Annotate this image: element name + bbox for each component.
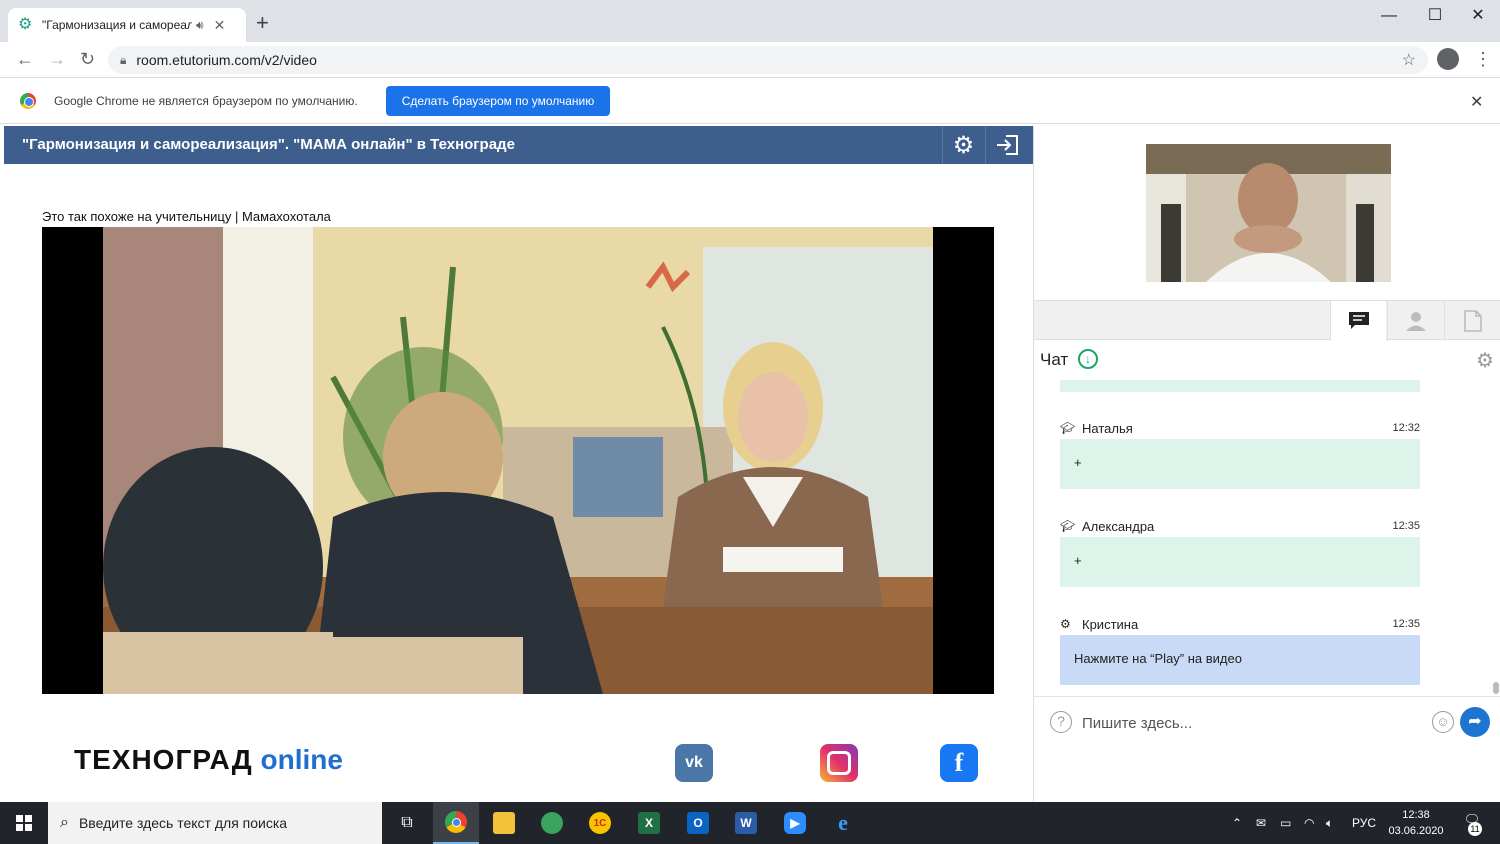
lesson-header: "Гармонизация и самореализация". "МАМА о… — [4, 126, 1033, 164]
reload-button[interactable]: ↻ — [80, 48, 95, 70]
chat-input-bar: ? ☺ ➦ — [1034, 696, 1500, 746]
outlook-icon[interactable]: O — [675, 802, 721, 844]
chat-message-bubble: + — [1060, 537, 1420, 587]
previous-message-bubble — [1060, 380, 1420, 392]
new-tab-button[interactable]: + — [256, 12, 269, 34]
chrome-taskbar-icon[interactable] — [433, 802, 479, 844]
graduation-cap-icon: 🎓︎ — [1060, 421, 1076, 435]
wifi-icon[interactable]: ◠ — [1304, 802, 1314, 844]
chat-settings-gear-icon[interactable]: ⚙ — [1476, 348, 1494, 373]
chat-message-author: Наталья — [1082, 420, 1133, 436]
browser-tabstrip: ⚙ "Гармонизация и самореал 🔊︎ ✕ + — ☐ ✕ — [0, 0, 1500, 42]
chrome-logo-icon — [20, 93, 36, 109]
webcam-video[interactable] — [1146, 144, 1391, 282]
gear-icon: ⚙ — [1060, 617, 1071, 631]
excel-icon[interactable]: X — [626, 802, 672, 844]
screen: ⚙ "Гармонизация и самореал 🔊︎ ✕ + — ☐ ✕ … — [0, 0, 1500, 844]
minimize-button[interactable]: — — [1366, 4, 1412, 28]
side-panel: Чат ↓ ⚙ 🎓︎ Наталья 12:32 + 🎓︎ Александра… — [1033, 126, 1500, 802]
tab-close-icon[interactable]: ✕ — [214, 17, 226, 34]
chat-message-author: Александра — [1082, 518, 1155, 534]
edge-icon[interactable]: e — [820, 802, 866, 844]
search-icon: ⌕ — [60, 814, 69, 831]
vk-icon[interactable]: vk — [675, 744, 713, 782]
globe-app-icon[interactable] — [529, 802, 575, 844]
1c-app-icon[interactable]: 1C — [577, 802, 623, 844]
video-frame-image — [103, 227, 933, 694]
chat-tab-icon[interactable] — [1330, 301, 1386, 341]
send-arrow-icon[interactable]: ➦ — [1460, 707, 1490, 737]
chat-message-header: 🎓︎ Александра 12:35 — [1060, 518, 1420, 534]
url-text: room.etutorium.com/v2/video — [136, 52, 317, 68]
facebook-icon[interactable]: f — [940, 744, 978, 782]
chat-message-input[interactable] — [1082, 709, 1412, 737]
clock-time: 12:38 — [1402, 809, 1430, 821]
set-default-browser-button[interactable]: Сделать браузером по умолчанию — [386, 86, 610, 116]
chat-message-header: 🎓︎ Наталья 12:32 — [1060, 420, 1420, 436]
word-icon[interactable]: W — [723, 802, 769, 844]
chat-message-bubble: Нажмите на “Play” на видео — [1060, 635, 1420, 685]
account-avatar-icon[interactable] — [1437, 48, 1459, 70]
chat-download-icon[interactable]: ↓ — [1078, 349, 1098, 369]
chat-message-time: 12:35 — [1392, 520, 1420, 532]
chat-title: Чат — [1040, 350, 1069, 369]
lesson-title: "Гармонизация и самореализация". "МАМА о… — [22, 136, 515, 153]
settings-gear-icon[interactable]: ⚙ — [942, 126, 984, 164]
chat-message-author: Кристина — [1082, 616, 1139, 632]
chat-scrollbar[interactable] — [1493, 682, 1499, 694]
clock[interactable]: 12:38 03.06.2020 — [1388, 807, 1444, 839]
taskbar-search-placeholder: Введите здесь текст для поиска — [78, 815, 288, 831]
browser-tab[interactable]: ⚙ "Гармонизация и самореал 🔊︎ ✕ — [8, 8, 246, 42]
participants-tab-icon[interactable] — [1387, 301, 1443, 341]
chat-message-bubble: + — [1060, 439, 1420, 489]
video-player[interactable] — [42, 227, 994, 694]
video-caption: Это так похоже на учительницу | Мамахохо… — [42, 209, 331, 224]
side-panel-tabs — [1034, 300, 1500, 341]
exit-room-icon[interactable] — [985, 126, 1027, 164]
help-icon[interactable]: ? — [1050, 711, 1072, 733]
forward-button[interactable]: → — [48, 48, 66, 70]
maximize-button[interactable]: ☐ — [1412, 4, 1458, 28]
close-window-button[interactable]: ✕ — [1455, 4, 1500, 28]
etutorium-favicon-icon: ⚙ — [18, 16, 33, 33]
address-bar[interactable]: 🔒︎ room.etutorium.com/v2/video ☆ — [108, 46, 1428, 74]
back-button[interactable]: ← — [16, 48, 34, 70]
tray-chevron-icon[interactable]: ⌃ — [1232, 802, 1242, 844]
technograd-logo[interactable]: ТЕХНОГРАД online — [74, 744, 343, 776]
battery-icon[interactable]: ▭ — [1280, 802, 1291, 844]
instagram-icon[interactable] — [820, 744, 858, 782]
browser-menu-icon[interactable]: ⋮ — [1474, 48, 1492, 70]
bookmark-star-icon[interactable]: ☆ — [1402, 50, 1416, 70]
speaker-icon[interactable]: 🔊︎ — [196, 18, 204, 33]
chat-message-time: 12:35 — [1392, 618, 1420, 630]
task-view-icon[interactable]: ⧉ — [384, 802, 430, 844]
files-tab-icon[interactable] — [1444, 301, 1500, 341]
brand-online-text: online — [260, 744, 343, 775]
browser-toolbar: ← → ↻ 🔒︎ room.etutorium.com/v2/video ☆ — [0, 42, 1500, 78]
graduation-cap-icon: 🎓︎ — [1060, 519, 1076, 533]
chat-message-time: 12:32 — [1392, 422, 1420, 434]
notification-count-badge: 11 — [1468, 822, 1482, 836]
infobar-message: Google Chrome не является браузером по у… — [54, 94, 358, 108]
start-button[interactable] — [0, 802, 48, 844]
tab-title: "Гармонизация и самореал — [42, 18, 192, 32]
default-browser-infobar: Google Chrome не является браузером по у… — [0, 78, 1500, 124]
file-explorer-icon[interactable] — [481, 802, 527, 844]
lock-icon[interactable]: 🔒︎ — [120, 53, 126, 68]
language-indicator[interactable]: РУС — [1352, 802, 1376, 844]
clock-date: 03.06.2020 — [1388, 825, 1444, 837]
taskbar-search-box[interactable]: ⌕ Введите здесь текст для поиска — [48, 802, 382, 844]
zoom-icon[interactable]: ▶ — [772, 802, 818, 844]
volume-icon[interactable]: 🔈︎ — [1326, 802, 1333, 844]
infobar-close-icon[interactable]: ✕ — [1470, 92, 1483, 112]
emoji-icon[interactable]: ☺ — [1432, 711, 1454, 733]
tray-mail-icon[interactable]: ✉ — [1256, 802, 1266, 844]
chat-message-header: ⚙ Кристина 12:35 — [1060, 616, 1420, 632]
windows-logo-icon — [16, 815, 32, 831]
brand-main-text: ТЕХНОГРАД — [74, 744, 253, 775]
windows-taskbar: ⌕ Введите здесь текст для поиска ⧉ 1C X … — [0, 802, 1500, 844]
